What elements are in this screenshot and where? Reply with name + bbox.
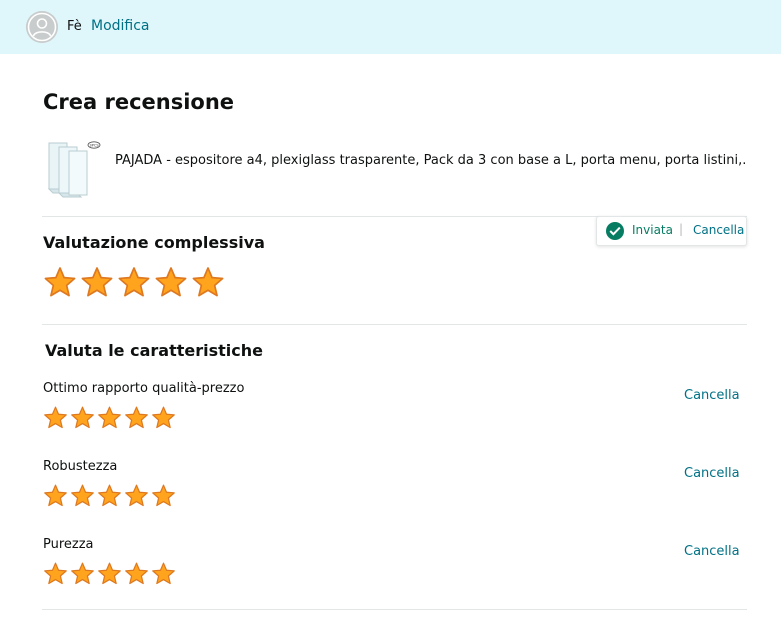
overall-cancel-button[interactable]: Cancella <box>693 223 744 237</box>
submitted-status: Inviata | Cancella <box>596 216 747 246</box>
star-icon[interactable] <box>70 483 95 508</box>
star-icon[interactable] <box>151 483 176 508</box>
star-icon[interactable] <box>97 483 122 508</box>
product-image[interactable]: 3PCS <box>45 137 103 199</box>
feature-cancel-button[interactable]: Cancella <box>684 388 740 403</box>
feature-name: Purezza <box>43 537 94 552</box>
header-bar: Fè Modifica <box>0 0 781 54</box>
edit-profile-link[interactable]: Modifica <box>91 18 150 34</box>
star-icon[interactable] <box>97 561 122 586</box>
star-icon[interactable] <box>70 405 95 430</box>
divider <box>42 609 747 610</box>
feature-name: Robustezza <box>43 459 118 474</box>
separator: | <box>679 222 684 236</box>
star-icon[interactable] <box>124 405 149 430</box>
submitted-label: Inviata <box>632 223 673 237</box>
star-icon[interactable] <box>70 561 95 586</box>
star-icon[interactable] <box>117 265 151 299</box>
feature-cancel-button[interactable]: Cancella <box>684 466 740 481</box>
feature-cancel-button[interactable]: Cancella <box>684 544 740 559</box>
overall-star-rating[interactable] <box>43 265 228 299</box>
star-icon[interactable] <box>151 561 176 586</box>
svg-text:3PCS: 3PCS <box>89 144 99 148</box>
divider <box>42 324 747 325</box>
star-icon[interactable] <box>154 265 188 299</box>
star-icon[interactable] <box>191 265 225 299</box>
feature-star-rating[interactable] <box>43 483 178 508</box>
star-icon[interactable] <box>124 483 149 508</box>
check-icon <box>606 222 624 240</box>
star-icon[interactable] <box>124 561 149 586</box>
overall-rating-label: Valutazione complessiva <box>43 233 265 252</box>
features-heading: Valuta le caratteristiche <box>45 341 263 360</box>
star-icon[interactable] <box>97 405 122 430</box>
feature-star-rating[interactable] <box>43 561 178 586</box>
product-title[interactable]: PAJADA - espositore a4, plexiglass trasp… <box>115 153 745 168</box>
user-avatar-icon <box>26 11 58 43</box>
star-icon[interactable] <box>43 561 68 586</box>
star-icon[interactable] <box>43 265 77 299</box>
user-name: Fè <box>67 19 82 34</box>
star-icon[interactable] <box>151 405 176 430</box>
feature-name: Ottimo rapporto qualità-prezzo <box>43 381 245 396</box>
star-icon[interactable] <box>43 405 68 430</box>
star-icon[interactable] <box>80 265 114 299</box>
feature-star-rating[interactable] <box>43 405 178 430</box>
page-title: Crea recensione <box>43 90 235 114</box>
star-icon[interactable] <box>43 483 68 508</box>
